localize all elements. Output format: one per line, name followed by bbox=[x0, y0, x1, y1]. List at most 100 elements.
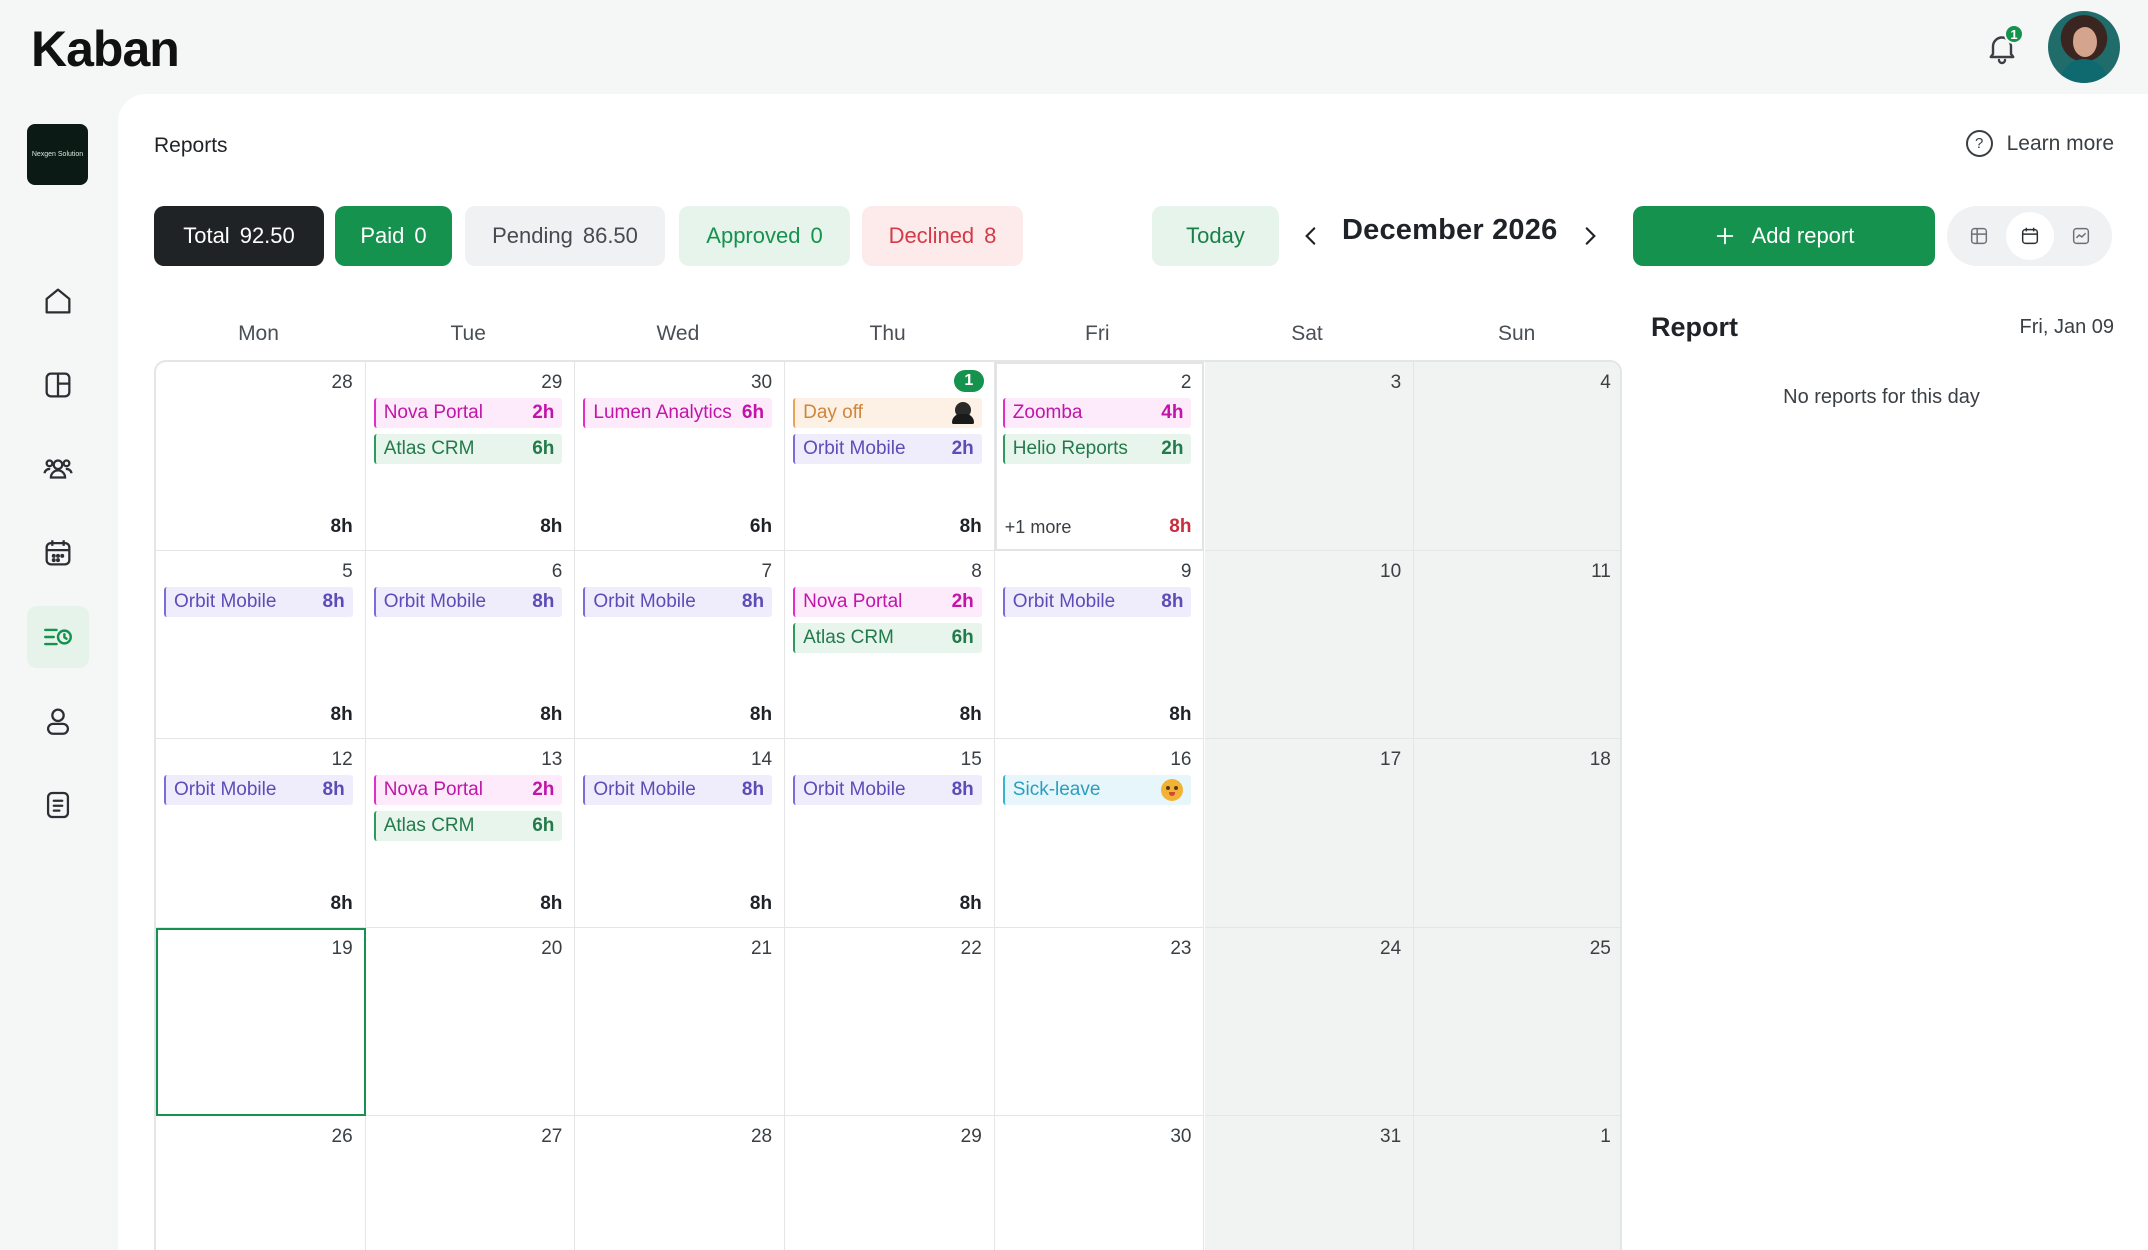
report-entry[interactable]: Orbit Mobile 8h bbox=[583, 586, 773, 617]
calendar-day-cell[interactable]: 31 bbox=[1204, 1116, 1415, 1250]
calendar-day-cell[interactable]: 15 Orbit Mobile 8h 8h bbox=[785, 739, 995, 928]
calendar-day-cell[interactable]: 17 bbox=[1204, 739, 1415, 928]
report-entry[interactable]: Zoomba 4h bbox=[1002, 398, 1192, 428]
chart-view-button[interactable] bbox=[2057, 212, 2105, 260]
report-entry[interactable]: Sick-leave bbox=[1002, 775, 1192, 805]
calendar-day-cell[interactable]: 18 bbox=[1414, 739, 1620, 928]
filter-declined[interactable]: Declined 8 bbox=[862, 206, 1023, 266]
report-entry[interactable]: Orbit Mobile 8h bbox=[164, 775, 353, 805]
report-entry[interactable]: Lumen Analytics 6h bbox=[583, 398, 773, 428]
report-entry[interactable]: Nova Portal 2h bbox=[373, 775, 563, 805]
report-entry[interactable]: Orbit Mobile 8h bbox=[583, 775, 773, 805]
calendar-day-cell[interactable]: 30 bbox=[995, 1116, 1205, 1250]
sidebar-item-documents[interactable] bbox=[27, 774, 89, 836]
learn-more-label: Learn more bbox=[2006, 131, 2114, 155]
calendar-view-button[interactable] bbox=[2005, 212, 2054, 260]
app-logo[interactable]: Kaban bbox=[31, 20, 180, 78]
calendar-day-cell[interactable]: 19 bbox=[156, 927, 366, 1116]
report-entry-project: Orbit Mobile bbox=[174, 590, 277, 612]
report-entry[interactable]: Atlas CRM 6h bbox=[793, 622, 982, 653]
day-total-hours: 8h bbox=[749, 704, 773, 725]
calendar-day-cell[interactable]: 14 Orbit Mobile 8h 8h bbox=[575, 739, 786, 928]
report-entry[interactable]: Orbit Mobile 8h bbox=[164, 586, 353, 617]
calendar-day-cell[interactable]: 28 bbox=[575, 1116, 786, 1250]
calendar-day-cell[interactable]: 8 Nova Portal 2h Atlas CRM 6h 8h bbox=[785, 550, 995, 739]
day-number: 29 bbox=[960, 1126, 982, 1147]
sidebar-item-profile[interactable] bbox=[27, 690, 89, 752]
day-number: 7 bbox=[761, 560, 773, 582]
report-entry[interactable]: Nova Portal 2h bbox=[793, 586, 982, 617]
top-bar: Kaban 1 bbox=[0, 0, 2148, 94]
report-entry-project: Orbit Mobile bbox=[803, 438, 906, 459]
filter-pending[interactable]: Pending 86.50 bbox=[465, 206, 665, 266]
calendar-day-cell[interactable]: 2 Zoomba 4h Helio Reports 2h +1 more 8h bbox=[994, 362, 1205, 551]
report-entry-hours: 2h bbox=[1161, 438, 1184, 459]
day-number: 28 bbox=[750, 1126, 773, 1147]
calendar-day-cell[interactable]: 29 Nova Portal 2h Atlas CRM 6h 8h bbox=[365, 362, 576, 551]
user-avatar[interactable] bbox=[2048, 11, 2120, 83]
day-number: 23 bbox=[1170, 937, 1192, 959]
calendar-day-cell[interactable]: 11 bbox=[1414, 550, 1620, 739]
calendar-day-cell[interactable]: 1 bbox=[1414, 1116, 1620, 1250]
calendar-day-cell[interactable]: 6 Orbit Mobile 8h 8h bbox=[365, 550, 576, 739]
calendar-day-cell[interactable]: 23 bbox=[994, 927, 1205, 1116]
report-entry[interactable]: Day off bbox=[793, 398, 982, 428]
calendar-day-cell[interactable]: 26 bbox=[156, 1116, 366, 1250]
report-entry-project: Orbit Mobile bbox=[1012, 590, 1116, 612]
calendar-day-cell[interactable]: 22 bbox=[785, 927, 995, 1116]
previous-month-button[interactable] bbox=[1291, 216, 1331, 256]
report-entry-hours: 2h bbox=[951, 590, 974, 612]
calendar-day-cell[interactable]: 16 Sick-leave bbox=[994, 739, 1205, 928]
sidebar-item-team[interactable] bbox=[27, 438, 89, 500]
document-icon bbox=[46, 791, 70, 819]
sidebar-item-dashboard[interactable] bbox=[27, 354, 89, 416]
learn-more-link[interactable]: ? Learn more bbox=[1965, 130, 2114, 157]
day-number: 4 bbox=[1600, 372, 1611, 393]
filter-approved[interactable]: Approved 0 bbox=[679, 206, 850, 266]
report-entry[interactable]: Atlas CRM 6h bbox=[373, 434, 563, 464]
day-number: 24 bbox=[1380, 937, 1402, 959]
calendar-day-cell[interactable]: 30 Lumen Analytics 6h 6h bbox=[575, 362, 786, 551]
add-report-button[interactable]: Add report bbox=[1633, 206, 1935, 266]
filter-total-label: Total bbox=[183, 223, 230, 248]
calendar-day-cell[interactable]: 12 Orbit Mobile 8h 8h bbox=[156, 739, 366, 928]
report-entry[interactable]: Orbit Mobile 8h bbox=[373, 586, 563, 617]
calendar-day-cell[interactable]: 4 bbox=[1414, 362, 1620, 551]
calendar-day-cell[interactable]: 10 bbox=[1204, 550, 1415, 739]
calendar-day-cell[interactable]: 7 Orbit Mobile 8h 8h bbox=[575, 550, 786, 739]
calendar-day-cell[interactable]: 3 bbox=[1204, 362, 1415, 551]
calendar-day-cell[interactable]: 28 8h bbox=[156, 362, 366, 551]
calendar-day-cell[interactable]: 27 bbox=[366, 1116, 576, 1250]
calendar-day-cell[interactable]: 24 bbox=[1204, 927, 1415, 1116]
today-button[interactable]: Today bbox=[1152, 206, 1279, 266]
report-entry[interactable]: Nova Portal 2h bbox=[373, 398, 563, 428]
add-report-label: Add report bbox=[1751, 223, 1855, 248]
report-entry[interactable]: Helio Reports 2h bbox=[1002, 434, 1192, 464]
report-entry[interactable]: Orbit Mobile 2h bbox=[793, 434, 982, 464]
table-view-button[interactable] bbox=[1955, 212, 2003, 260]
sidebar-item-reports[interactable] bbox=[27, 606, 89, 668]
day-number: 9 bbox=[1180, 560, 1192, 582]
sidebar-item-calendar[interactable] bbox=[27, 522, 89, 584]
home-icon bbox=[45, 288, 71, 314]
report-entry[interactable]: Atlas CRM 6h bbox=[373, 811, 563, 841]
filter-paid[interactable]: Paid 0 bbox=[335, 206, 452, 266]
day-number: 31 bbox=[1380, 1126, 1402, 1147]
sidebar-item-home[interactable] bbox=[27, 270, 89, 332]
filter-total[interactable]: Total 92.50 bbox=[154, 206, 324, 266]
calendar-day-cell[interactable]: 13 Nova Portal 2h Atlas CRM 6h 8h bbox=[365, 739, 576, 928]
calendar-day-cell[interactable]: 29 bbox=[785, 1116, 995, 1250]
report-entry[interactable]: Orbit Mobile 8h bbox=[793, 775, 982, 805]
calendar-day-cell[interactable]: 9 Orbit Mobile 8h 8h bbox=[994, 550, 1205, 739]
calendar-day-cell[interactable]: 1 Day off Orbit Mobile 2h 8h bbox=[785, 362, 995, 551]
workspace-logo[interactable]: Nexgen Solution bbox=[27, 124, 88, 185]
calendar-day-cell[interactable]: 21 bbox=[575, 927, 786, 1116]
calendar-day-cell[interactable]: 20 bbox=[365, 927, 576, 1116]
next-month-button[interactable] bbox=[1570, 216, 1610, 256]
calendar-day-cell[interactable]: 5 Orbit Mobile 8h 8h bbox=[156, 550, 366, 739]
plus-icon bbox=[1716, 227, 1733, 245]
calendar-day-cell[interactable]: 25 bbox=[1414, 927, 1620, 1116]
report-entry-hours: 2h bbox=[951, 438, 974, 459]
report-entry[interactable]: Orbit Mobile 8h bbox=[1002, 586, 1192, 617]
more-entries-link[interactable]: +1 more bbox=[1005, 517, 1072, 538]
